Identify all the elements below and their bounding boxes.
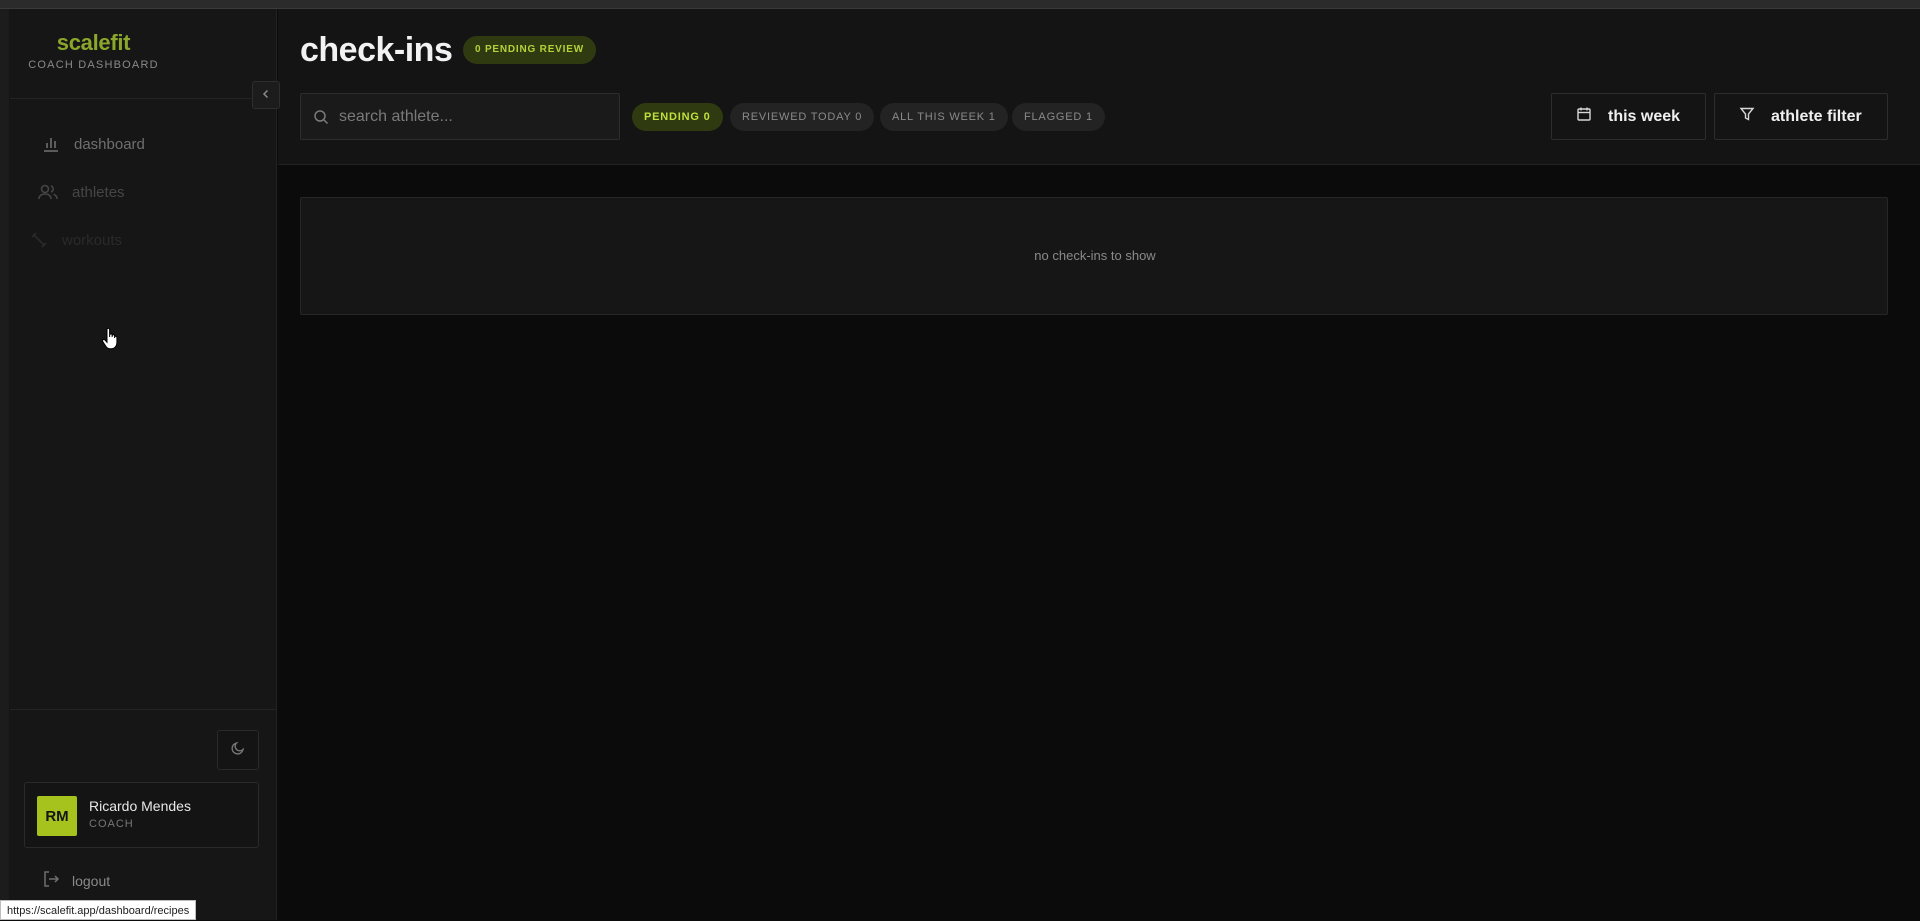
moon-icon [231, 741, 245, 760]
logout-icon [42, 870, 60, 891]
filter-icon [1739, 106, 1755, 127]
bar-chart-icon [42, 135, 60, 153]
sidebar-item-athletes[interactable]: athletes [38, 183, 125, 201]
date-range-button[interactable]: this week [1551, 93, 1706, 140]
athlete-filter-button[interactable]: athlete filter [1714, 93, 1888, 140]
filter-chip-reviewed-today[interactable]: REVIEWED TODAY 0 [730, 103, 875, 131]
chevron-left-icon [261, 86, 271, 104]
brand: scalefit COACH DASHBOARD [10, 9, 277, 99]
search-input[interactable] [339, 94, 609, 139]
search-icon [313, 109, 329, 130]
page-header: check-ins 0 PENDING REVIEW PENDING 0 REV… [278, 9, 1920, 165]
filter-chip-pending[interactable]: PENDING 0 [632, 103, 723, 131]
sidebar-divider [10, 709, 277, 710]
dumbbell-icon [30, 231, 48, 249]
logout-label: logout [72, 872, 111, 889]
brand-logo[interactable]: scalefit [10, 30, 177, 56]
collapse-sidebar-button[interactable] [252, 81, 280, 109]
logout-button[interactable]: logout [42, 870, 110, 891]
users-icon [38, 183, 58, 201]
window-left-edge [0, 9, 10, 920]
empty-state-message: no check-ins to show [1034, 248, 1156, 263]
brand-subtitle: COACH DASHBOARD [28, 59, 159, 71]
sidebar: scalefit COACH DASHBOARD dashboard athle… [10, 9, 277, 920]
pending-review-badge: 0 PENDING REVIEW [463, 36, 596, 64]
sidebar-item-label: dashboard [74, 135, 145, 153]
hand-cursor-icon [102, 327, 118, 355]
browser-top-strip [0, 0, 1920, 9]
page-title: check-ins [300, 31, 453, 69]
filter-chip-flagged[interactable]: FLAGGED 1 [1012, 103, 1105, 131]
check-ins-list: no check-ins to show [300, 197, 1888, 315]
status-bar-url: https://scalefit.app/dashboard/recipes [0, 900, 197, 920]
theme-toggle-button[interactable] [217, 730, 259, 770]
sidebar-item-label: athletes [72, 183, 125, 201]
date-range-label: this week [1608, 107, 1681, 125]
sidebar-item-workouts[interactable]: workouts [30, 231, 122, 249]
user-card[interactable]: RM Ricardo Mendes COACH [24, 782, 259, 848]
sidebar-item-dashboard[interactable]: dashboard [42, 135, 145, 153]
user-name: Ricardo Mendes [89, 798, 191, 814]
athlete-filter-label: athlete filter [1771, 107, 1862, 125]
filter-chip-all-this-week[interactable]: ALL THIS WEEK 1 [880, 103, 1008, 131]
sidebar-item-label: workouts [62, 231, 123, 249]
user-role: COACH [89, 818, 134, 830]
avatar: RM [37, 796, 77, 836]
calendar-icon [1576, 106, 1592, 127]
search-box [300, 93, 620, 140]
